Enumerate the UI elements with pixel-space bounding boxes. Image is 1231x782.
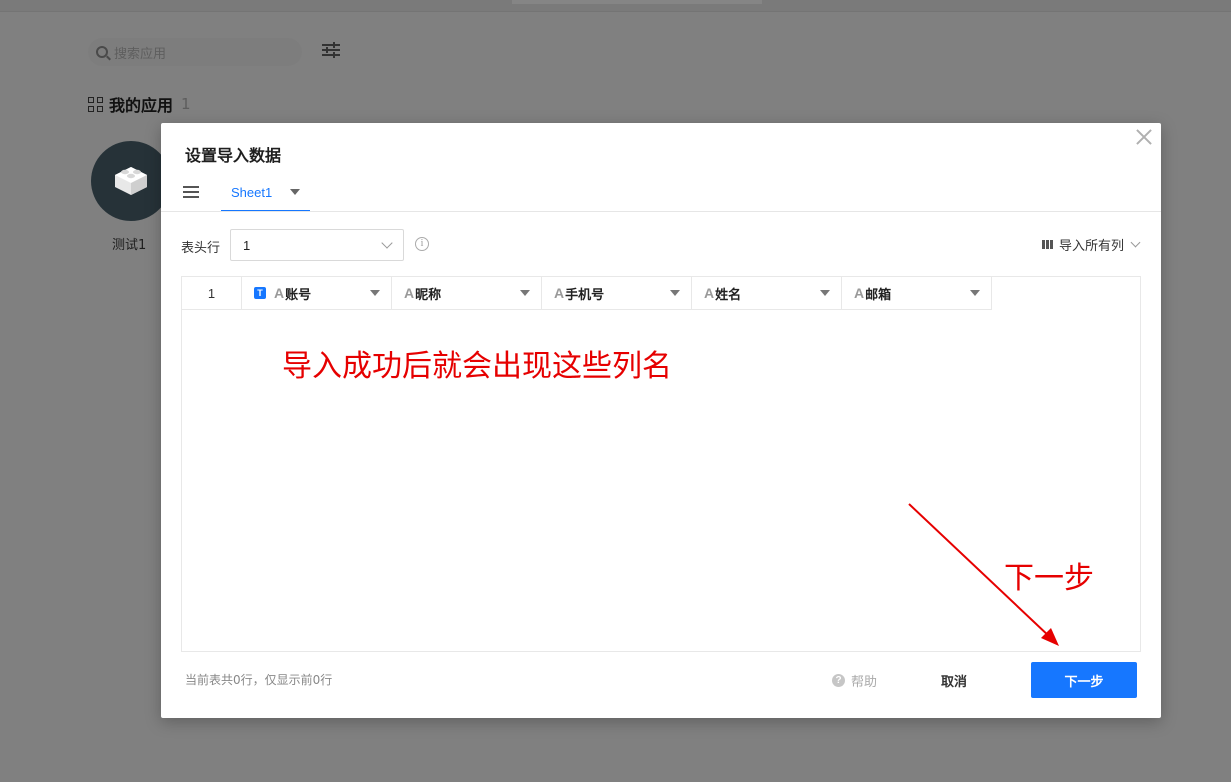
top-bar-tab — [512, 0, 762, 4]
import-all-label: 导入所有列 — [1058, 239, 1124, 254]
app-search-input[interactable]: 搜索应用 — [88, 38, 302, 66]
caret-down-icon[interactable] — [290, 189, 300, 195]
text-type-icon: A — [704, 285, 715, 301]
header-row-label: 表头行 — [181, 241, 221, 256]
cancel-button[interactable]: 取消 — [921, 662, 987, 698]
menu-icon[interactable] — [183, 186, 199, 198]
lego-brick-icon — [115, 167, 147, 195]
column-label: 手机号 — [565, 287, 605, 303]
caret-down-icon[interactable] — [670, 290, 680, 296]
import-all-columns-dropdown[interactable]: 导入所有列 — [1041, 235, 1141, 254]
row-count-note: 当前表共0行，仅显示前0行 — [185, 673, 333, 687]
text-type-icon: A — [404, 285, 415, 301]
text-type-icon: A — [854, 285, 865, 301]
column-header-account[interactable]: T A 账号 — [242, 277, 392, 310]
text-type-icon: A — [554, 285, 565, 301]
filter-settings-icon[interactable] — [322, 42, 340, 58]
table-header: 1 T A 账号 A 昵称 A 手机号 A 姓名 A 邮箱 — [182, 277, 992, 310]
question-circle-icon: ? — [832, 674, 845, 687]
annotation-text: 导入成功后就会出现这些列名 — [282, 349, 672, 384]
header-row-value: 1 — [243, 237, 251, 253]
my-apps-header: 我的应用 1 — [88, 92, 191, 116]
help-label: 帮助 — [851, 675, 878, 690]
chevron-down-icon — [1130, 237, 1141, 248]
header-row-select[interactable]: 1 — [230, 229, 404, 261]
tab-sheet1-label: Sheet1 — [231, 185, 273, 200]
next-step-button[interactable]: 下一步 — [1031, 662, 1137, 698]
column-label: 账号 — [285, 287, 312, 303]
app-name[interactable]: 测试1 — [112, 234, 146, 253]
column-header-name[interactable]: A 姓名 — [692, 277, 842, 310]
top-bar — [0, 0, 1231, 12]
app-tile[interactable] — [91, 141, 171, 221]
dialog-title: 设置导入数据 — [185, 146, 282, 165]
chevron-down-icon — [381, 237, 393, 249]
tab-divider — [161, 211, 1161, 212]
info-icon[interactable]: i — [415, 237, 429, 251]
help-link[interactable]: ? 帮助 — [832, 671, 877, 690]
caret-down-icon[interactable] — [370, 290, 380, 296]
my-apps-count: 1 — [181, 95, 191, 113]
text-type-icon: A — [274, 285, 285, 301]
tab-sheet1[interactable]: Sheet1 — [221, 175, 310, 212]
column-header-nickname[interactable]: A 昵称 — [392, 277, 542, 310]
search-placeholder: 搜索应用 — [114, 46, 167, 62]
column-header-phone[interactable]: A 手机号 — [542, 277, 692, 310]
column-label: 邮箱 — [865, 287, 892, 303]
caret-down-icon[interactable] — [520, 290, 530, 296]
row-index-cell: 1 — [182, 277, 242, 310]
close-icon[interactable] — [1135, 128, 1153, 146]
primary-title-badge: T — [254, 287, 266, 299]
column-header-email[interactable]: A 邮箱 — [842, 277, 992, 310]
column-label: 姓名 — [715, 287, 742, 303]
grid-icon — [88, 96, 103, 112]
import-data-dialog: 设置导入数据 Sheet1 表头行 1 i 导入所有列 1 T A 账号 A 昵… — [161, 123, 1161, 718]
caret-down-icon[interactable] — [820, 290, 830, 296]
columns-icon — [1041, 240, 1053, 249]
search-icon — [96, 46, 108, 58]
my-apps-title: 我的应用 — [109, 96, 174, 115]
column-label: 昵称 — [415, 287, 442, 303]
annotation-arrow-icon — [908, 503, 1059, 646]
caret-down-icon[interactable] — [970, 290, 980, 296]
